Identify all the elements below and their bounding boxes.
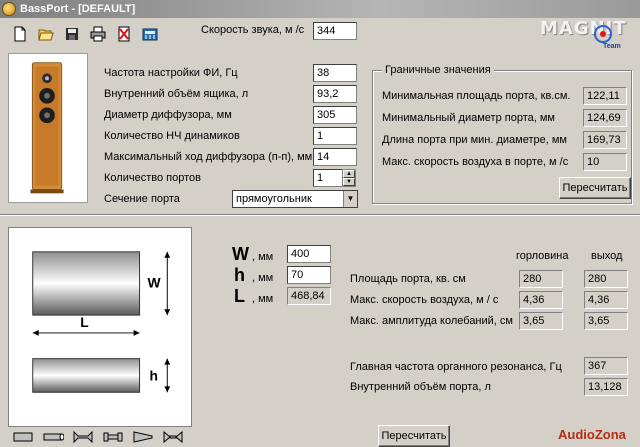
port-section-label: Сечение порта bbox=[104, 193, 180, 205]
port-volume-value: 13,128 bbox=[584, 378, 628, 396]
throat-area-value: 280 bbox=[519, 270, 563, 288]
logo-text: MAGNIT bbox=[540, 18, 627, 39]
recalc-limits-button[interactable]: Пересчитать bbox=[559, 177, 631, 199]
param-label: Количество портов bbox=[104, 172, 201, 184]
w-dimension-label: W bbox=[147, 274, 161, 290]
port-shape-flared-icon[interactable] bbox=[72, 430, 94, 444]
spin-down-icon[interactable]: ▼ bbox=[343, 178, 355, 186]
app-window: BassPort - [DEFAULT] MAGNIT Team Скорост… bbox=[0, 0, 640, 447]
port-length-value: 169,73 bbox=[583, 131, 627, 149]
print-icon[interactable] bbox=[90, 26, 106, 42]
exit-speed-value: 4,36 bbox=[584, 291, 628, 309]
port-volume-label: Внутренний объём порта, л bbox=[350, 381, 491, 393]
magnit-logo: MAGNIT Team bbox=[530, 15, 630, 51]
h-unit: , мм bbox=[252, 272, 274, 284]
h-symbol: h bbox=[234, 265, 245, 285]
cone-diameter-input[interactable]: 305 bbox=[313, 106, 357, 124]
port-height-input[interactable]: 70 bbox=[287, 266, 331, 284]
organ-resonance-label: Главная частота органного резонанса, Гц bbox=[350, 361, 562, 373]
param-label: Количество НЧ динамиков bbox=[104, 130, 240, 142]
organ-resonance-value: 367 bbox=[584, 357, 628, 375]
l-unit: , мм bbox=[252, 293, 274, 305]
port-count-spinner[interactable]: ▲ ▼ bbox=[342, 169, 356, 187]
exit-column-header: выход bbox=[591, 250, 623, 262]
section-divider bbox=[0, 214, 640, 216]
port-side-rect bbox=[32, 358, 141, 393]
port-diagram: W L h bbox=[8, 227, 192, 427]
port-shape-bell-icon[interactable] bbox=[162, 430, 184, 444]
limits-title: Граничные значения bbox=[382, 64, 494, 76]
throat-column-header: горловина bbox=[516, 250, 569, 262]
throat-speed-value: 4,36 bbox=[519, 291, 563, 309]
sound-speed-label: Скорость звука, м /с bbox=[201, 24, 305, 36]
recalc-button[interactable]: Пересчитать bbox=[378, 425, 450, 447]
logo-sub: Team bbox=[603, 43, 621, 50]
max-excursion-input[interactable]: 14 bbox=[313, 148, 357, 166]
new-file-icon[interactable] bbox=[12, 26, 28, 42]
woofer-count-input[interactable]: 1 bbox=[313, 127, 357, 145]
logo-dot-icon bbox=[600, 31, 606, 37]
sound-speed-input[interactable]: 344 bbox=[313, 22, 357, 40]
l-symbol: L bbox=[234, 286, 245, 306]
w-unit: , мм bbox=[252, 251, 274, 263]
result-label: Макс. скорость воздуха, м / с bbox=[350, 294, 499, 306]
port-section-select[interactable]: прямоугольник ▼ bbox=[232, 190, 358, 208]
result-label: Площадь порта, кв. см bbox=[350, 273, 466, 285]
speaker-cabinet-icon bbox=[30, 62, 64, 194]
port-shape-round-icon[interactable] bbox=[42, 430, 64, 444]
throat-amplitude-value: 3,65 bbox=[519, 312, 563, 330]
port-shape-taper-icon[interactable] bbox=[132, 430, 154, 444]
delete-icon[interactable] bbox=[116, 26, 132, 42]
exit-area-value: 280 bbox=[584, 270, 628, 288]
calculator-icon[interactable] bbox=[142, 26, 158, 42]
tuning-frequency-input[interactable]: 38 bbox=[313, 64, 357, 82]
w-symbol: W bbox=[232, 244, 249, 264]
window-title: BassPort - [DEFAULT] bbox=[20, 3, 136, 15]
port-shape-double-flare-icon[interactable] bbox=[102, 430, 124, 444]
port-length-output: 468,84 bbox=[287, 287, 331, 305]
limit-label: Макс. скорость воздуха в порте, м /с bbox=[382, 156, 569, 168]
param-label: Частота настройки ФИ, Гц bbox=[104, 67, 238, 79]
exit-amplitude-value: 3,65 bbox=[584, 312, 628, 330]
audiozona-logo: AudioZona bbox=[558, 427, 626, 442]
max-air-speed-value: 10 bbox=[583, 153, 627, 171]
param-label: Внутренний объём ящика, л bbox=[104, 88, 249, 100]
chevron-down-icon[interactable]: ▼ bbox=[343, 191, 357, 207]
param-label: Диаметр диффузора, мм bbox=[104, 109, 232, 121]
port-width-input[interactable]: 400 bbox=[287, 245, 331, 263]
open-folder-icon[interactable] bbox=[38, 26, 54, 42]
spin-up-icon[interactable]: ▲ bbox=[343, 170, 355, 178]
app-icon bbox=[2, 2, 16, 16]
limit-label: Длина порта при мин. диаметре, мм bbox=[382, 134, 567, 146]
save-icon[interactable] bbox=[64, 26, 80, 42]
port-top-rect bbox=[32, 251, 141, 316]
port-shape-rect-icon[interactable] bbox=[12, 430, 34, 444]
min-port-diameter-value: 124,69 bbox=[583, 109, 627, 127]
result-label: Макс. амплитуда колебаний, см bbox=[350, 315, 513, 327]
box-volume-input[interactable]: 93,2 bbox=[313, 85, 357, 103]
h-dimension-label: h bbox=[149, 367, 157, 383]
port-count-input[interactable]: 1 bbox=[313, 169, 343, 187]
speaker-image bbox=[8, 53, 88, 203]
port-section-value: прямоугольник bbox=[236, 193, 312, 205]
limit-label: Минимальная площадь порта, кв.см. bbox=[382, 90, 571, 102]
min-port-area-value: 122,11 bbox=[583, 87, 627, 105]
param-label: Максимальный ход диффузора (п-п), мм bbox=[104, 151, 313, 163]
l-dimension-label: L bbox=[80, 314, 89, 330]
limit-label: Минимальный диаметр порта, мм bbox=[382, 112, 555, 124]
